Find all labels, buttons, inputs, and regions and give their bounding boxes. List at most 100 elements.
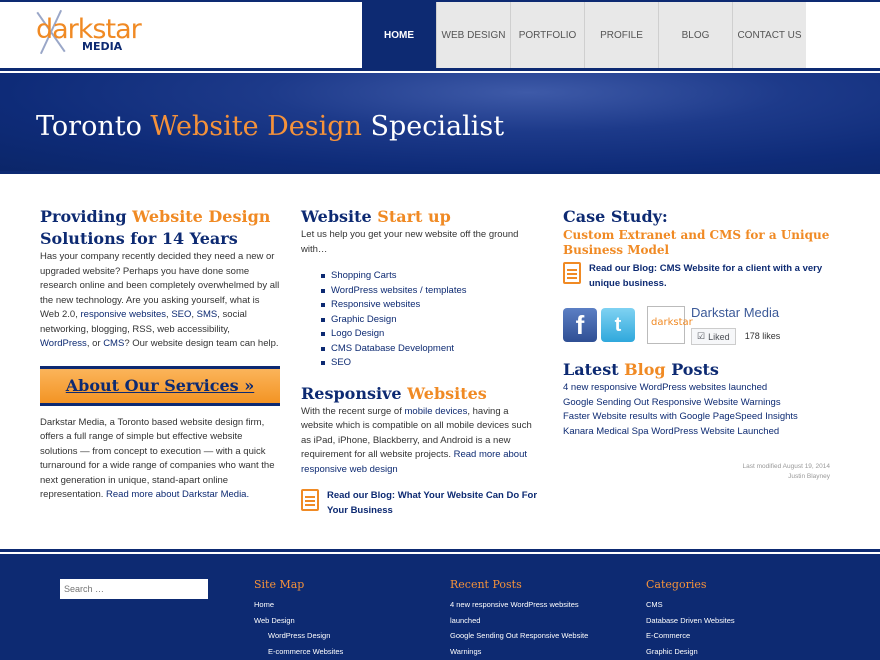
latest-heading-end: Posts	[665, 360, 719, 379]
responsive-heading: Responsive Websites	[301, 383, 541, 405]
hero-title: Toronto Website Design Specialist	[36, 111, 504, 142]
column-startup: Website Start up Let us help you get you…	[301, 206, 541, 518]
latest-heading-start: Latest	[563, 360, 625, 379]
latest-post-link[interactable]: Google Sending Out Responsive Website Wa…	[563, 396, 833, 411]
facebook-like-row: ☑ Liked 178 likes	[691, 324, 780, 345]
latest-post-link[interactable]: Kanara Medical Spa WordPress Website Lau…	[563, 425, 833, 440]
blog-link-business[interactable]: Read our Blog: What Your Website Can Do …	[301, 489, 541, 518]
latest-posts-heading: Latest Blog Posts	[563, 359, 833, 381]
intro-text: , or	[86, 338, 104, 349]
startup-heading-start: Website	[301, 207, 378, 226]
column-intro: Providing Website Design Solutions for 1…	[40, 206, 280, 503]
latest-post-link[interactable]: Faster Website results with Google PageS…	[563, 410, 833, 425]
recent-posts-heading: Recent Posts	[450, 578, 522, 591]
intro-paragraph: Has your company recently decided they n…	[40, 250, 280, 352]
logo-subtitle: MEDIA	[82, 40, 123, 53]
services-list: Shopping Carts WordPress websites / temp…	[321, 269, 541, 371]
document-icon	[301, 489, 319, 511]
hero-top-border	[0, 68, 880, 71]
case-study-heading: Case Study:	[563, 207, 668, 226]
link-seo[interactable]: SEO	[171, 309, 191, 320]
footer-recent-posts: Recent Posts 4 new responsive WordPress …	[450, 578, 620, 659]
responsive-paragraph: With the recent surge of mobile devices,…	[301, 405, 541, 478]
hero-banner: Toronto Website Design Specialist	[0, 73, 880, 171]
nav-contact-us[interactable]: CONTACT US	[732, 2, 806, 68]
category-link[interactable]: CMS	[646, 597, 806, 613]
hero-bottom-border	[0, 171, 880, 174]
services-list-item[interactable]: CMS Database Development	[321, 342, 541, 357]
link-cms[interactable]: CMS	[103, 338, 124, 349]
main-nav: HOME WEB DESIGN PORTFOLIO PROFILE BLOG C…	[362, 2, 806, 68]
about-text: Darkstar Media, a Toronto based website …	[40, 416, 275, 501]
sitemap-link-home[interactable]: Home	[254, 597, 414, 613]
hero-title-end: Specialist	[361, 111, 505, 142]
search-input[interactable]	[60, 579, 208, 599]
recent-post-link[interactable]: launched	[450, 613, 620, 629]
facebook-icon[interactable]: f	[563, 308, 597, 342]
sitemap-link-ecommerce[interactable]: E-commerce Websites	[254, 644, 414, 660]
facebook-page-name[interactable]: Darkstar Media	[691, 305, 780, 320]
startup-heading-highlight: Start up	[377, 207, 451, 226]
about-services-button[interactable]: About Our Services »	[40, 365, 280, 406]
latest-post-link[interactable]: 4 new responsive WordPress websites laun…	[563, 381, 833, 396]
recent-post-link[interactable]: 4 new responsive WordPress websites	[450, 597, 620, 613]
nav-home[interactable]: HOME	[362, 2, 436, 68]
services-list-item[interactable]: Responsive websites	[321, 298, 541, 313]
responsive-heading-highlight: Websites	[407, 383, 487, 403]
nav-blog[interactable]: BLOG	[658, 2, 732, 68]
about-paragraph: Darkstar Media, a Toronto based website …	[40, 416, 280, 503]
thumbs-up-icon: ☑	[697, 331, 706, 341]
recent-post-link[interactable]: Google Sending Out Responsive Website	[450, 628, 620, 644]
startup-intro: Let us help you get your new website off…	[301, 229, 519, 255]
intro-heading-end: Solutions for 14 Years	[40, 229, 238, 248]
blog-link-text[interactable]: Read our Blog: CMS Website for a client …	[589, 262, 833, 291]
facebook-like-box: darkstar Darkstar Media ☑ Liked 178 likes	[647, 305, 780, 345]
category-link[interactable]: Graphic Design	[646, 644, 806, 660]
intro-heading-highlight: Website Design	[132, 207, 271, 226]
site-footer: Site Map Home Web Design WordPress Desig…	[0, 554, 880, 660]
hero-title-start: Toronto	[36, 111, 151, 142]
facebook-page-thumbnail[interactable]: darkstar	[647, 306, 693, 344]
sitemap-link-web-design[interactable]: Web Design	[254, 613, 414, 629]
document-icon	[563, 262, 581, 284]
last-modified-note: Last modified August 19, 2014 Justin Bla…	[735, 462, 830, 482]
services-list-item[interactable]: Graphic Design	[321, 313, 541, 328]
link-responsive-websites[interactable]: responsive websites	[81, 309, 167, 320]
intro-text: ? Our website design team can help.	[124, 338, 279, 349]
link-about-darkstar[interactable]: Read more about Darkstar Media.	[106, 489, 249, 500]
liked-label: Liked	[708, 331, 730, 342]
footer-categories: Categories CMS Database Driven Websites …	[646, 578, 806, 659]
site-logo[interactable]: darkstar MEDIA	[34, 8, 142, 60]
social-row: f t darkstar Darkstar Media ☑ Liked 178 l…	[563, 305, 833, 345]
footer-sitemap: Site Map Home Web Design WordPress Desig…	[254, 578, 414, 659]
footer-top-border	[0, 549, 880, 552]
link-wordpress[interactable]: WordPress	[40, 338, 87, 349]
intro-heading-start: Providing	[40, 207, 133, 226]
services-list-item[interactable]: Shopping Carts	[321, 269, 541, 284]
sitemap-link-wordpress-design[interactable]: WordPress Design	[254, 628, 414, 644]
startup-heading: Website Start up	[301, 206, 541, 228]
category-link[interactable]: E-Commerce	[646, 628, 806, 644]
nav-portfolio[interactable]: PORTFOLIO	[510, 2, 584, 68]
facebook-page-info: Darkstar Media ☑ Liked 178 likes	[691, 305, 780, 345]
nav-profile[interactable]: PROFILE	[584, 2, 658, 68]
services-list-item[interactable]: WordPress websites / templates	[321, 284, 541, 299]
liked-button[interactable]: ☑ Liked	[691, 328, 736, 345]
blog-link-cms[interactable]: Read our Blog: CMS Website for a client …	[563, 262, 833, 291]
twitter-icon[interactable]: t	[601, 308, 635, 342]
hero-title-highlight: Website Design	[150, 111, 362, 142]
like-count: 178 likes	[744, 331, 781, 341]
nav-web-design[interactable]: WEB DESIGN	[436, 2, 510, 68]
link-mobile-devices[interactable]: mobile devices	[405, 406, 468, 417]
blog-link-text[interactable]: Read our Blog: What Your Website Can Do …	[327, 489, 541, 518]
intro-heading: Providing Website Design Solutions for 1…	[40, 206, 280, 250]
link-sms[interactable]: SMS	[197, 309, 218, 320]
services-list-item[interactable]: Logo Design	[321, 327, 541, 342]
category-link[interactable]: Database Driven Websites	[646, 613, 806, 629]
services-list-item[interactable]: SEO	[321, 356, 541, 371]
recent-post-link[interactable]: Warnings	[450, 644, 620, 660]
latest-posts-list: 4 new responsive WordPress websites laun…	[563, 381, 833, 439]
thumbnail-text: darkstar	[651, 317, 693, 328]
last-modified-date: Last modified August 19, 2014	[742, 463, 830, 470]
last-modified-author: Justin Blayney	[788, 473, 830, 480]
